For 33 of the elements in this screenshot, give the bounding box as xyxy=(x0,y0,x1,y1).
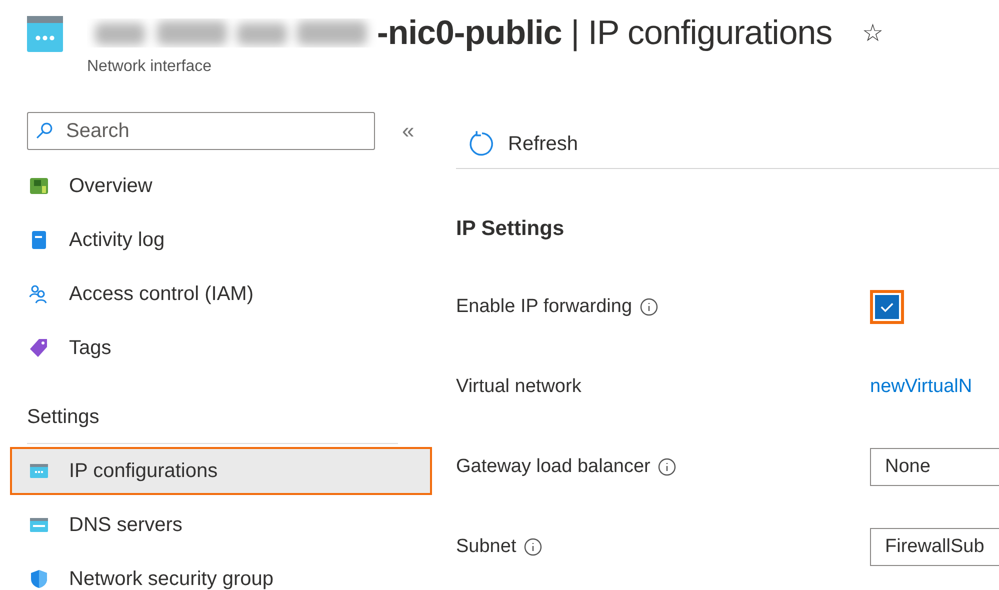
nav-item[interactable]: IP configurations xyxy=(10,447,432,495)
refresh-button[interactable]: Refresh xyxy=(456,130,578,158)
network-card-icon xyxy=(29,461,49,481)
board-icon xyxy=(29,176,49,196)
field-label: Gateway load balancer xyxy=(456,456,650,478)
resource-type: Network interface xyxy=(87,58,212,76)
section-heading: IP Settings xyxy=(456,217,566,241)
book-icon xyxy=(29,230,49,250)
nav-item[interactable]: Network security group xyxy=(10,555,432,590)
field-label: Enable IP forwarding xyxy=(456,296,632,318)
checkbox[interactable] xyxy=(870,290,904,324)
search-icon xyxy=(36,122,53,139)
refresh-icon xyxy=(468,130,496,158)
dropdown-field[interactable]: FirewallSub xyxy=(870,528,999,566)
people-icon xyxy=(29,284,49,304)
page-title: -nic0-public | IP configurations xyxy=(377,14,832,52)
nav-item[interactable]: Overview xyxy=(10,162,432,210)
field-label: Subnet xyxy=(456,536,516,558)
nav-item[interactable]: Tags xyxy=(10,324,432,372)
server-icon xyxy=(29,515,49,535)
nav-item[interactable]: DNS servers xyxy=(10,501,432,549)
tag-icon xyxy=(29,338,49,358)
search-field[interactable]: Search xyxy=(27,112,375,150)
shield-icon xyxy=(29,569,49,589)
field-label: Virtual network xyxy=(456,376,582,398)
dropdown-field[interactable]: None xyxy=(870,448,999,486)
nav-item[interactable]: Activity log xyxy=(10,216,432,264)
section-heading: Settings xyxy=(26,406,100,429)
virtual-network-link[interactable]: newVirtualN xyxy=(870,376,972,398)
favorite-button[interactable]: ☆ xyxy=(862,18,884,48)
collapse-button[interactable]: « xyxy=(402,118,414,144)
network-card-icon xyxy=(27,16,63,52)
nav-item[interactable]: Access control (IAM) xyxy=(10,270,432,318)
